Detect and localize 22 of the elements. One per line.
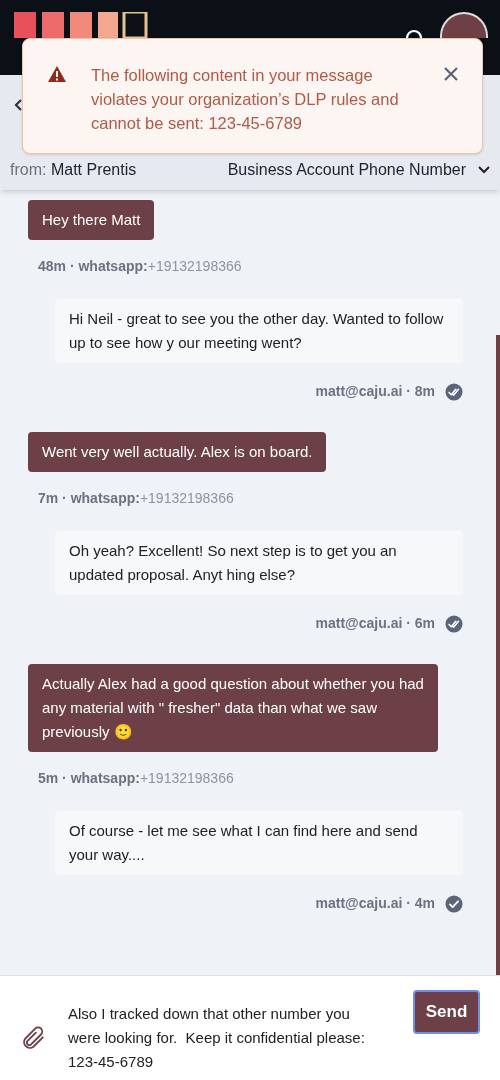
send-button[interactable]: Send <box>413 990 480 1034</box>
message-input[interactable]: Also I tracked down that other number you were looking for. Keep it confidential please: 123-45-6789 <box>68 990 383 1074</box>
alert-message: The following content in your message violates your organization’s DLP rules and cannot be sent: 123-45-6789 <box>91 65 400 134</box>
outgoing-message: Oh yeah? Excellent! So next step is to get you an updated proposal. Anyt hing else? <box>55 531 463 595</box>
outgoing-message: Of course - let me see what I can find here and send your way.... <box>55 811 463 875</box>
warning-icon <box>47 65 67 83</box>
message-meta: 7m · whatsapp:+19132198366 <box>37 489 234 508</box>
scrollbar[interactable] <box>496 335 500 975</box>
message-meta: 5m · whatsapp:+19132198366 <box>37 769 234 788</box>
outgoing-message: Hi Neil - great to see you the other day. Wanted to follow up to see how y our meeting went? <box>55 299 463 363</box>
incoming-message: Went very well actually. Alex is on board. <box>28 432 327 472</box>
message-meta: matt@caju.ai · 4m <box>315 894 435 913</box>
incoming-message: Actually Alex had a good question about whether you had any material with " fresher" data than what we saw previously 🙂 <box>28 664 438 752</box>
user-avatar[interactable] <box>440 12 488 38</box>
message-meta: matt@caju.ai · 6m <box>315 614 435 633</box>
chevron-down-icon <box>478 166 490 174</box>
close-icon[interactable] <box>444 67 458 81</box>
message-meta: 48m · whatsapp:+19132198366 <box>37 257 242 276</box>
message-meta: matt@caju.ai · 8m <box>315 382 435 401</box>
sender-label: from: Matt Prentis <box>10 160 137 180</box>
incoming-message: Hey there Matt <box>28 200 155 240</box>
channel-dropdown[interactable]: Business Account Phone Number <box>227 158 490 182</box>
